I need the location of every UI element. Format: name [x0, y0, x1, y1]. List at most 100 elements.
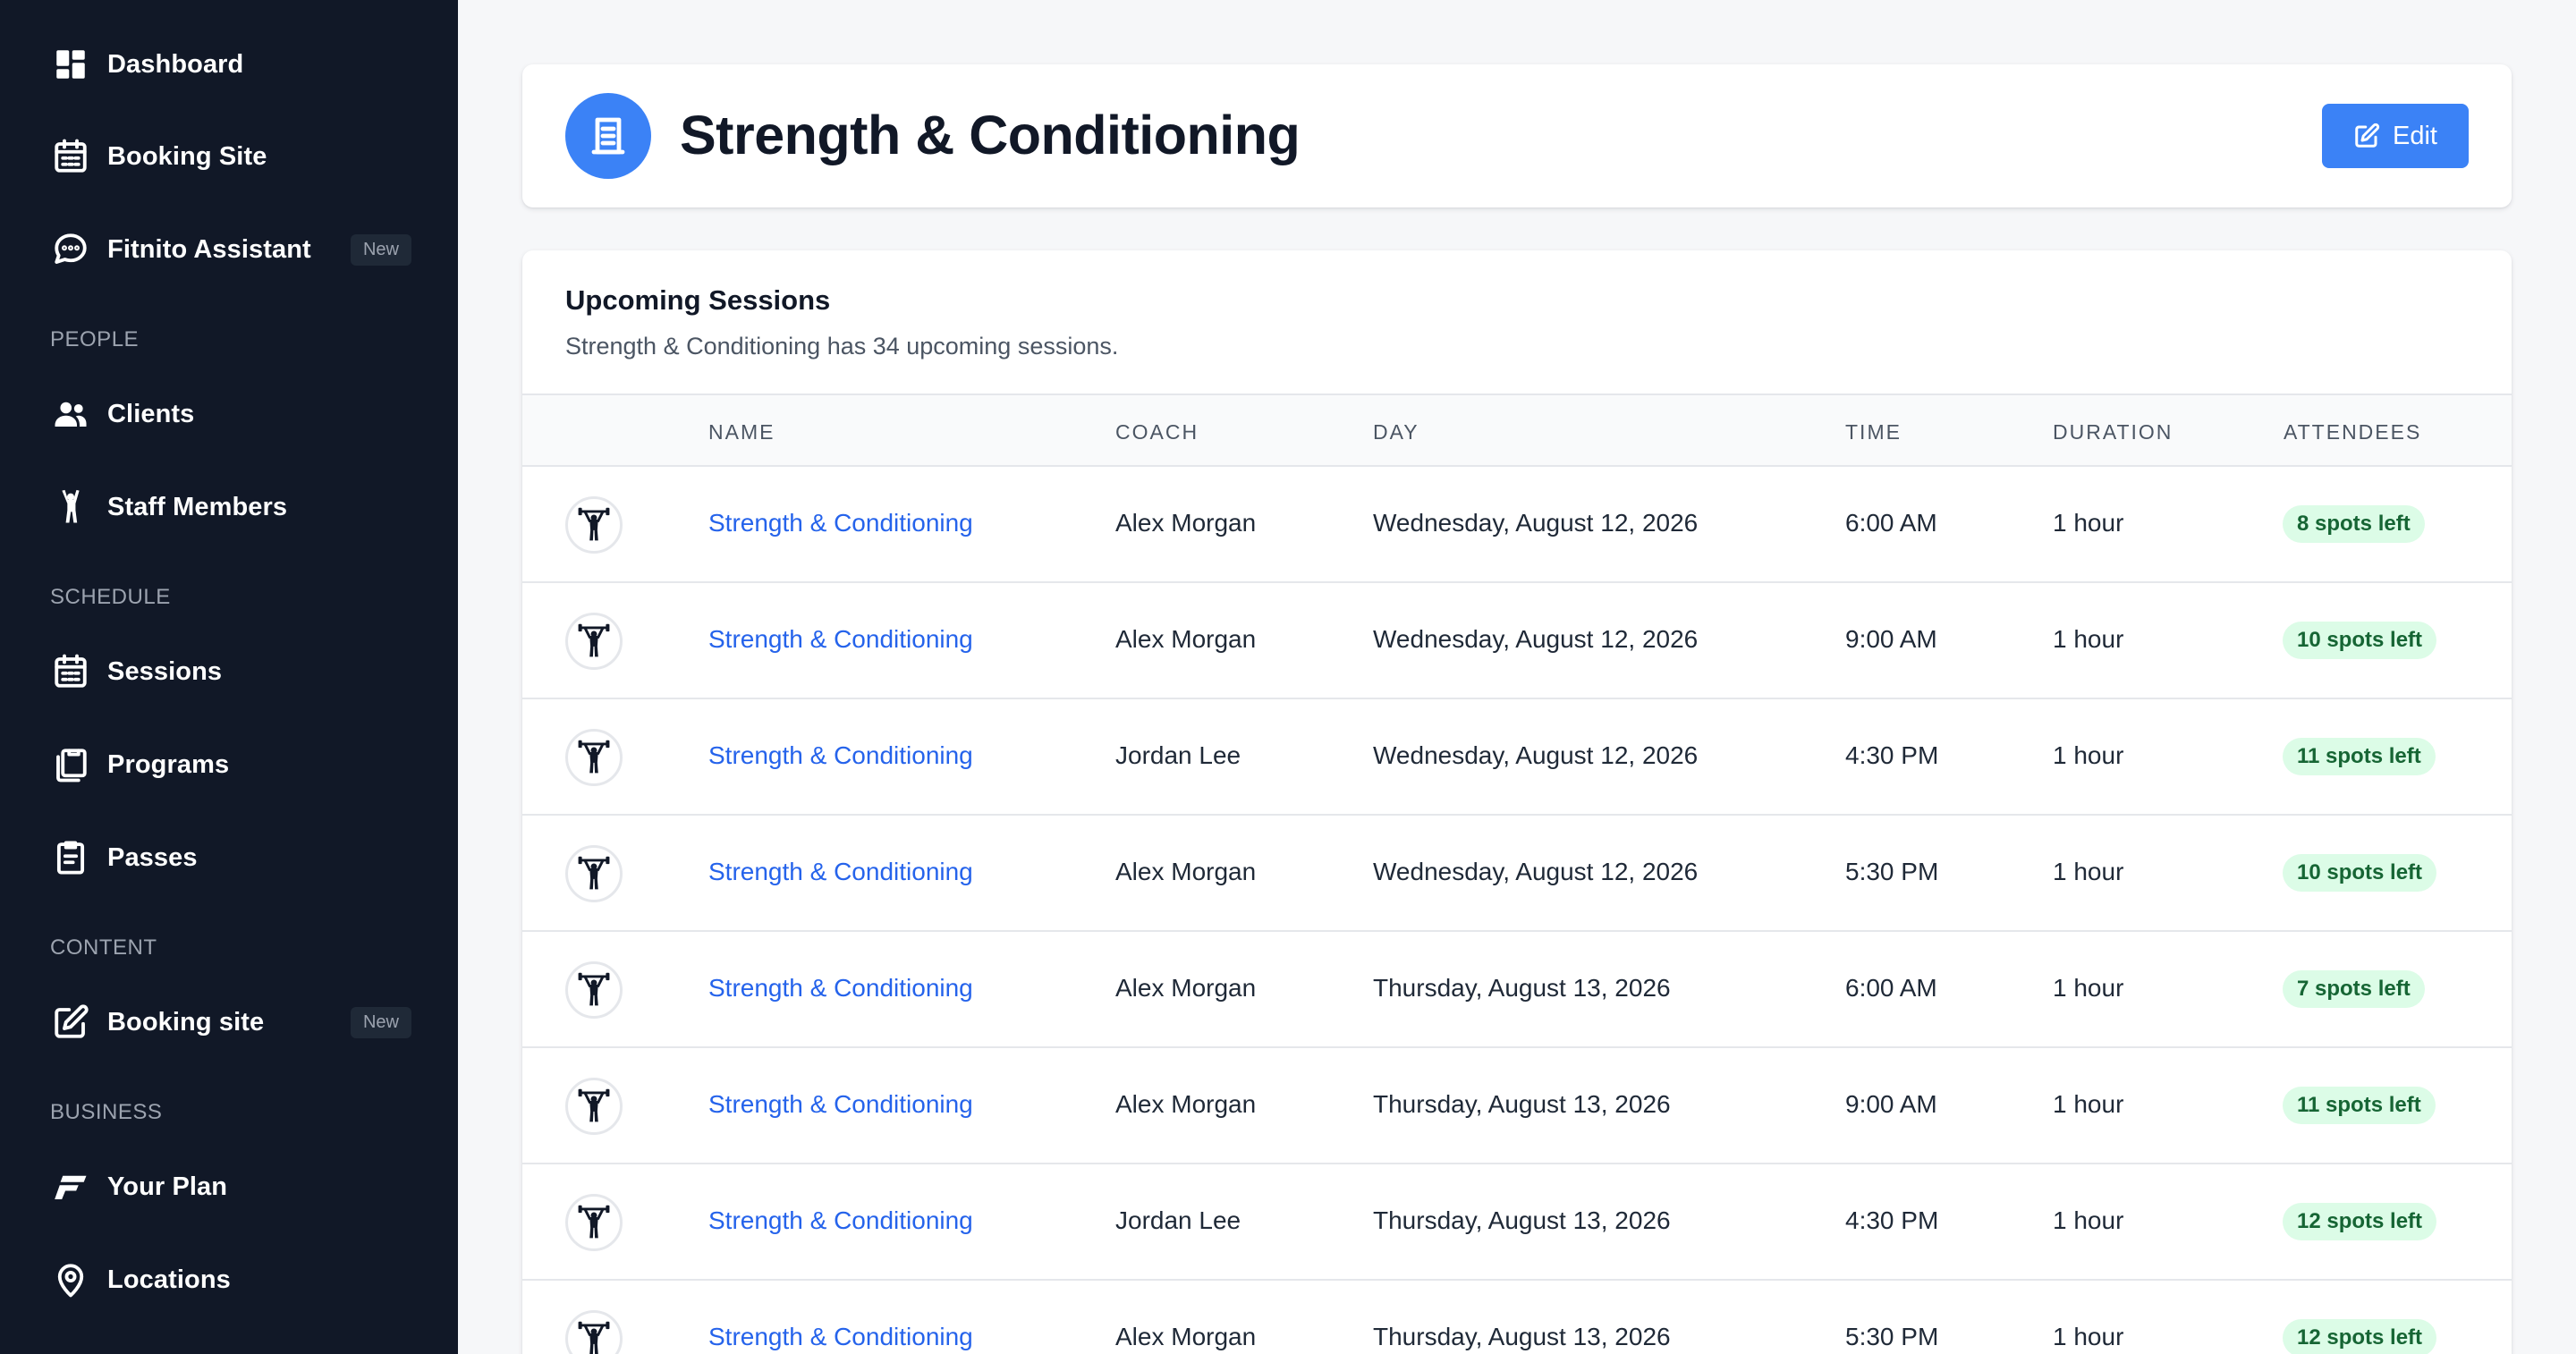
sidebar-item-dashboard[interactable]: Dashboard: [50, 36, 411, 93]
time-cell: 6:00 AM: [1845, 509, 1937, 537]
time-cell: 9:00 AM: [1845, 1090, 1937, 1118]
session-name-link[interactable]: Strength & Conditioning: [708, 509, 973, 537]
sidebar-item-locations[interactable]: Locations: [50, 1251, 411, 1308]
attendees-badge: 12 spots left: [2283, 1319, 2437, 1354]
session-name-link[interactable]: Strength & Conditioning: [708, 1206, 973, 1235]
column-header-coach[interactable]: COACH: [1115, 420, 1199, 444]
brand-f-icon: [50, 1166, 91, 1207]
sidebar-item-label: Programs: [107, 749, 230, 779]
table-row[interactable]: Strength & Conditioning Alex Morgan Thursd…: [522, 932, 2512, 1048]
time-cell: 5:30 PM: [1845, 858, 1939, 885]
sidebar-item-sessions[interactable]: Sessions: [50, 643, 411, 700]
table-row[interactable]: Strength & Conditioning Alex Morgan Wednes…: [522, 583, 2512, 699]
edit-button-label: Edit: [2393, 121, 2437, 150]
table-header: NAME COACH DAY TIME DURATION ATTENDEES: [522, 394, 2512, 467]
attendees-badge: 10 spots left: [2283, 854, 2437, 892]
edit-square-icon: [50, 1002, 91, 1043]
table-row[interactable]: Strength & Conditioning Alex Morgan Thursd…: [522, 1048, 2512, 1164]
weightlifter-icon: [578, 507, 610, 541]
table-row[interactable]: Strength & Conditioning Alex Morgan Wednes…: [522, 467, 2512, 583]
column-header-duration[interactable]: DURATION: [2053, 420, 2173, 444]
session-avatar: [565, 1194, 623, 1251]
page-header: Strength & Conditioning Edit: [522, 64, 2512, 207]
coach-cell: Alex Morgan: [1115, 1323, 1257, 1350]
sidebar-item-staff-members[interactable]: Staff Members: [50, 478, 411, 536]
weightlifter-icon: [578, 623, 610, 657]
day-cell: Thursday, August 13, 2026: [1373, 1206, 1671, 1234]
new-badge: New: [350, 233, 411, 266]
weightlifter-icon: [578, 1321, 610, 1354]
dashboard-icon: [50, 44, 91, 85]
attendees-badge: 8 spots left: [2283, 505, 2425, 543]
day-cell: Wednesday, August 12, 2026: [1373, 741, 1699, 769]
page-title: Strength & Conditioning: [680, 105, 1301, 165]
table-row[interactable]: Strength & Conditioning Jordan Lee Thursda…: [522, 1164, 2512, 1281]
session-name-link[interactable]: Strength & Conditioning: [708, 974, 973, 1003]
coach-cell: Alex Morgan: [1115, 625, 1257, 653]
session-avatar: [565, 961, 623, 1019]
time-cell: 5:30 PM: [1845, 1323, 1939, 1350]
day-cell: Thursday, August 13, 2026: [1373, 1090, 1671, 1118]
session-name-link[interactable]: Strength & Conditioning: [708, 741, 973, 770]
session-name-link[interactable]: Strength & Conditioning: [708, 625, 973, 654]
duration-cell: 1 hour: [2053, 974, 2124, 1002]
sidebar: Dashboard Booking Site Fitnito Assistant…: [0, 0, 458, 1354]
column-header-day[interactable]: DAY: [1373, 420, 1419, 444]
coach-cell: Alex Morgan: [1115, 1090, 1257, 1118]
edit-button[interactable]: Edit: [2322, 104, 2469, 168]
column-header-attendees[interactable]: ATTENDEES: [2284, 420, 2421, 444]
session-name-link[interactable]: Strength & Conditioning: [708, 1090, 973, 1119]
sidebar-item-label: Booking Site: [107, 141, 267, 171]
session-name-link[interactable]: Strength & Conditioning: [708, 1323, 973, 1351]
sidebar-item-label: Fitnito Assistant: [107, 234, 311, 264]
session-avatar: [565, 729, 623, 786]
sidebar-item-booking-site[interactable]: Booking Site: [50, 128, 411, 185]
duration-cell: 1 hour: [2053, 1090, 2124, 1118]
coach-cell: Jordan Lee: [1115, 741, 1241, 769]
duration-cell: 1 hour: [2053, 858, 2124, 885]
time-cell: 4:30 PM: [1845, 741, 1939, 769]
session-name-link[interactable]: Strength & Conditioning: [708, 858, 973, 886]
sidebar-item-label: Clients: [107, 399, 195, 428]
session-avatar: [565, 1078, 623, 1135]
time-cell: 9:00 AM: [1845, 625, 1937, 653]
chat-bubble-icon: [50, 229, 91, 270]
day-cell: Wednesday, August 12, 2026: [1373, 858, 1699, 885]
clipboard-stack-icon: [50, 744, 91, 785]
sidebar-item-your-plan[interactable]: Your Plan: [50, 1158, 411, 1215]
sessions-title: Upcoming Sessions: [565, 284, 831, 316]
coach-cell: Alex Morgan: [1115, 858, 1257, 885]
table-row[interactable]: Strength & Conditioning Jordan Lee Wednesd…: [522, 699, 2512, 816]
session-avatar: [565, 613, 623, 670]
column-header-name[interactable]: NAME: [708, 420, 775, 444]
duration-cell: 1 hour: [2053, 509, 2124, 537]
weightlifter-icon: [578, 972, 610, 1006]
sidebar-item-label: Locations: [107, 1265, 231, 1294]
sidebar-item-label: Staff Members: [107, 492, 288, 521]
session-avatar: [565, 845, 623, 902]
map-pin-icon: [50, 1259, 91, 1300]
sidebar-item-clients[interactable]: Clients: [50, 385, 411, 443]
section-label-business: BUSINESS: [50, 1100, 163, 1124]
sidebar-item-label: Sessions: [107, 656, 223, 686]
calendar-icon: [50, 651, 91, 692]
sidebar-item-booking-site-content[interactable]: Booking site New: [50, 994, 411, 1051]
section-label-content: CONTENT: [50, 935, 157, 960]
clipboard-icon: [50, 837, 91, 878]
sidebar-item-label: Dashboard: [107, 49, 244, 79]
coach-cell: Alex Morgan: [1115, 974, 1257, 1002]
sidebar-item-programs[interactable]: Programs: [50, 736, 411, 793]
sidebar-item-fitnito-assistant[interactable]: Fitnito Assistant New: [50, 221, 411, 278]
edit-icon: [2355, 123, 2380, 148]
table-row[interactable]: Strength & Conditioning Alex Morgan Wednes…: [522, 816, 2512, 932]
attendees-badge: 12 spots left: [2283, 1203, 2437, 1240]
column-header-time[interactable]: TIME: [1845, 420, 1902, 444]
sidebar-item-passes[interactable]: Passes: [50, 829, 411, 886]
time-cell: 6:00 AM: [1845, 974, 1937, 1002]
day-cell: Thursday, August 13, 2026: [1373, 974, 1671, 1002]
document-icon: [565, 93, 651, 179]
weightlifter-icon: [578, 1088, 610, 1122]
section-label-schedule: SCHEDULE: [50, 585, 171, 609]
table-row[interactable]: Strength & Conditioning Alex Morgan Thursd…: [522, 1281, 2512, 1354]
session-avatar: [565, 496, 623, 554]
